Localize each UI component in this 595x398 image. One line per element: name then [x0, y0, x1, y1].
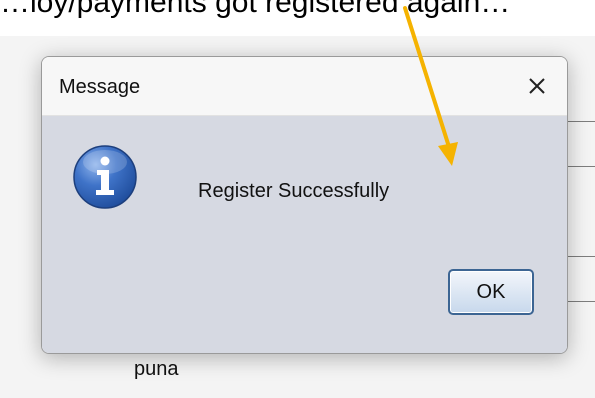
annotation-arrow — [403, 6, 458, 166]
